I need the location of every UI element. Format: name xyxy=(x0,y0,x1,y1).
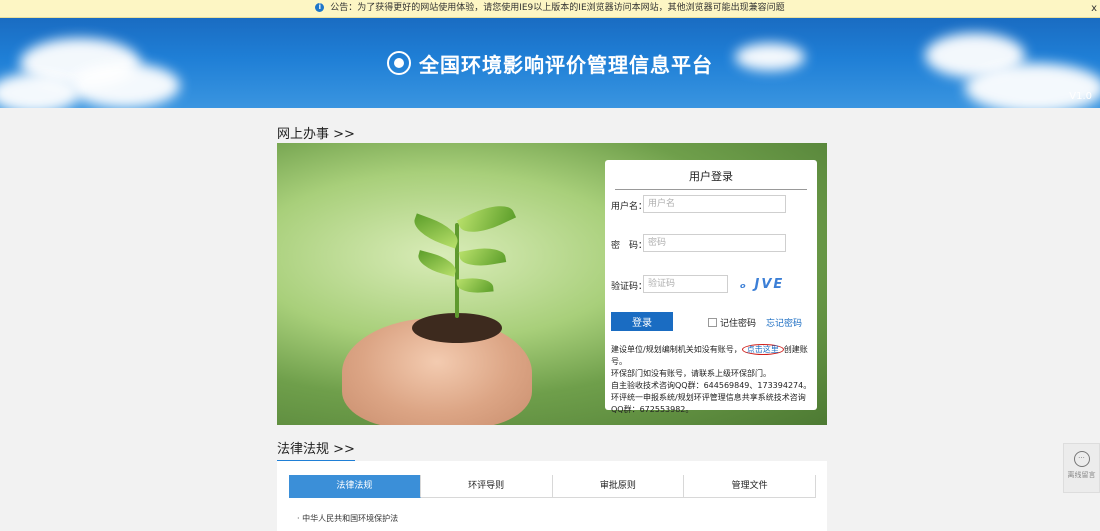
header-banner: 全国环境影响评价管理信息平台 V1.0 xyxy=(0,18,1100,108)
remember-password[interactable]: 记住密码 xyxy=(708,316,756,329)
law-tabs: 法律法规 环评导则 审批原则 管理文件 xyxy=(289,475,816,498)
tab-approval-principles[interactable]: 审批原则 xyxy=(552,475,685,498)
version-label: V1.0 xyxy=(1069,91,1092,102)
remember-checkbox[interactable] xyxy=(708,318,717,327)
tab-eia-guidelines[interactable]: 环评导则 xyxy=(420,475,553,498)
create-account-link[interactable]: 点击这里 xyxy=(741,344,784,355)
login-button[interactable]: 登录 xyxy=(611,312,673,331)
login-info: 建设单位/规划编制机关如没有账号， 点击这里 创建账号。 环保部门如没有账号，请联系… xyxy=(611,344,812,414)
list-item[interactable]: · 中华人民共和国环境保护法 xyxy=(297,513,398,524)
captcha-label: 验证码： xyxy=(611,282,648,292)
notice-bar: i 公告：为了获得更好的网站使用体验，请您使用IE9以上版本的IE浏览器访问本网… xyxy=(0,0,1100,18)
username-input[interactable] xyxy=(643,195,786,213)
close-icon[interactable]: x xyxy=(1091,0,1097,17)
tab-laws[interactable]: 法律法规 xyxy=(289,475,421,498)
law-tabs-panel: 法律法规 环评导则 审批原则 管理文件 · 中华人民共和国环境保护法 xyxy=(277,461,827,531)
login-title: 用户登录 xyxy=(615,168,807,190)
chat-icon: ··· xyxy=(1073,451,1090,467)
captcha-input[interactable] xyxy=(643,275,728,293)
info-icon: i xyxy=(315,3,325,12)
offline-message-button[interactable]: ··· 离线留言 xyxy=(1063,443,1100,493)
info-line-3: 自主验收技术咨询QQ群：644569849、173394274。 xyxy=(611,381,812,390)
info-line-4: 环评统一申报系统/规划环评管理信息共享系统技术咨询QQ群：672553982。 xyxy=(611,393,806,414)
site-title: 全国环境影响评价管理信息平台 xyxy=(0,18,1100,108)
section-title-law: 法律法规 >> xyxy=(277,438,355,462)
login-panel: 用户登录 用户名： 密 码： 验证码： ₒ JVE 登录 记住密码 忘记密码 建… xyxy=(605,160,817,414)
password-input[interactable] xyxy=(643,234,786,252)
info-line-2: 环保部门如没有账号，请联系上级环保部门。 xyxy=(611,369,771,378)
notice-text: 公告：为了获得更好的网站使用体验，请您使用IE9以上版本的IE浏览器访问本网站，… xyxy=(330,3,785,13)
captcha-image[interactable]: ₒ JVE xyxy=(732,274,792,294)
offline-message-label: 离线留言 xyxy=(1067,471,1096,479)
forgot-password-link[interactable]: 忘记密码 xyxy=(766,316,802,329)
username-label: 用户名： xyxy=(611,202,648,212)
tab-management-docs[interactable]: 管理文件 xyxy=(684,475,816,498)
password-label: 密 码： xyxy=(611,241,648,251)
emblem-icon xyxy=(387,51,411,75)
